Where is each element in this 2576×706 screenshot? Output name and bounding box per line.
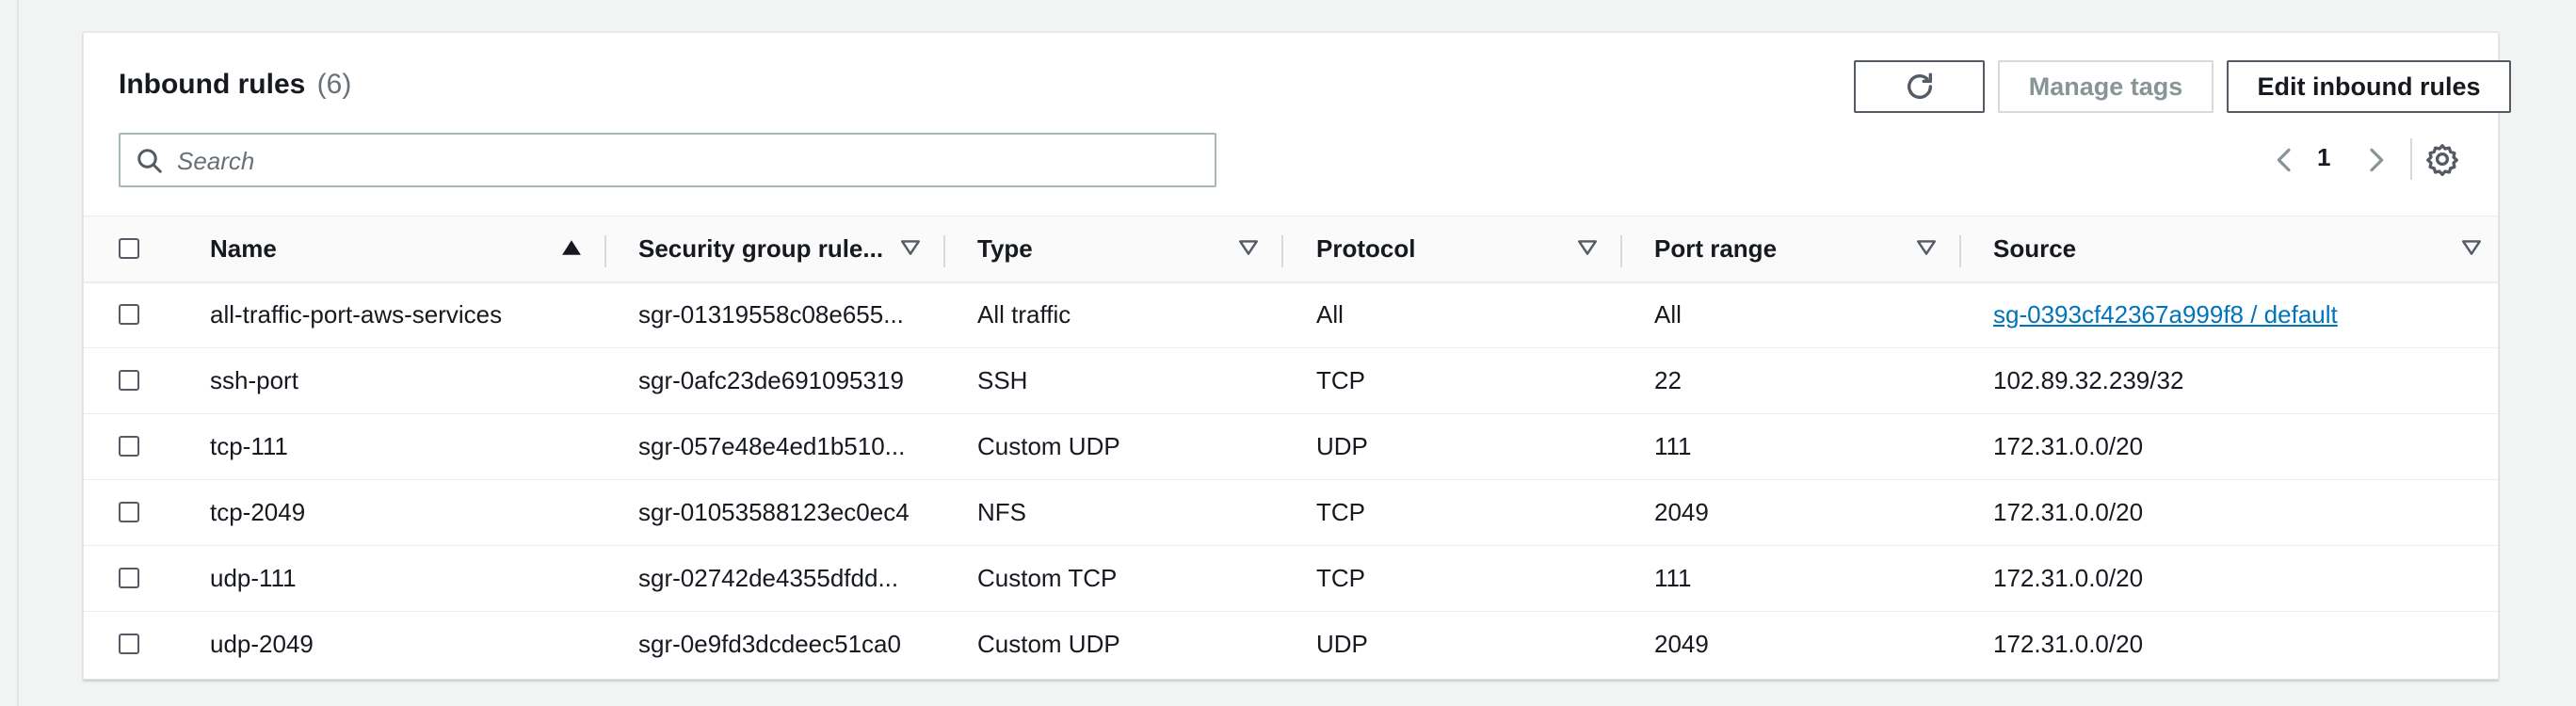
table-row[interactable]: tcp-111 sgr-057e48e4ed1b510... Custom UD… <box>84 413 2498 480</box>
column-divider[interactable] <box>943 235 945 267</box>
cell-name: udp-2049 <box>210 629 314 658</box>
cell-protocol: All <box>1316 299 1344 329</box>
row-checkbox[interactable] <box>119 304 139 325</box>
cell-name: all-traffic-port-aws-services <box>210 299 503 329</box>
cell-rule-id: sgr-01053588123ec0ec4 <box>638 497 910 526</box>
page-number[interactable]: 1 <box>2317 143 2330 172</box>
cell-type: Custom UDP <box>977 629 1120 658</box>
cell-type: All traffic <box>977 299 1071 329</box>
sort-caret-icon[interactable] <box>1238 238 1259 257</box>
column-header-port-range[interactable]: Port range <box>1654 217 1777 281</box>
panel-title: Inbound rules (6) <box>119 69 351 101</box>
cell-name: ssh-port <box>210 365 298 394</box>
column-divider[interactable] <box>1959 235 1961 267</box>
sort-ascending-icon[interactable] <box>561 238 582 257</box>
cell-protocol: TCP <box>1316 365 1365 394</box>
pagination-divider <box>2410 138 2412 180</box>
cell-protocol: UDP <box>1316 431 1368 460</box>
cell-name: tcp-2049 <box>210 497 306 526</box>
chevron-left-icon[interactable] <box>2270 144 2300 176</box>
cell-type: SSH <box>977 365 1028 394</box>
cell-type: NFS <box>977 497 1026 526</box>
inbound-rules-panel: Inbound rules (6) Manage tags Edit inbou… <box>83 32 2511 680</box>
cell-source: 172.31.0.0/20 <box>1993 629 2144 658</box>
search-icon <box>137 149 162 173</box>
cell-port-range: 111 <box>1654 563 1692 592</box>
search-box <box>119 133 1216 187</box>
column-divider[interactable] <box>1281 235 1283 267</box>
edit-inbound-rules-label: Edit inbound rules <box>2257 72 2481 101</box>
column-header-name[interactable]: Name <box>210 217 277 281</box>
cell-type: Custom UDP <box>977 431 1120 460</box>
cell-rule-id: sgr-01319558c08e655... <box>638 299 904 329</box>
left-rail <box>0 0 19 706</box>
cell-protocol: TCP <box>1316 563 1365 592</box>
cell-port-range: 22 <box>1654 365 1682 394</box>
rules-count: (6) <box>316 69 352 100</box>
column-divider[interactable] <box>1620 235 1622 267</box>
refresh-icon <box>1907 72 1932 99</box>
column-divider[interactable] <box>604 235 606 267</box>
column-header-rule-id[interactable]: Security group rule... <box>638 217 883 281</box>
select-all-checkbox[interactable] <box>119 238 139 259</box>
panel-title-text: Inbound rules <box>119 69 306 100</box>
table-row[interactable]: all-traffic-port-aws-services sgr-013195… <box>84 281 2498 348</box>
cell-port-range: 2049 <box>1654 629 1709 658</box>
cell-port-range: 111 <box>1654 431 1692 460</box>
manage-tags-label: Manage tags <box>2028 72 2183 101</box>
chevron-right-icon[interactable] <box>2360 144 2391 176</box>
table-row[interactable]: udp-2049 sgr-0e9fd3dcdeec51ca0 Custom UD… <box>84 611 2498 677</box>
cell-type: Custom TCP <box>977 563 1118 592</box>
edit-inbound-rules-button[interactable]: Edit inbound rules <box>2227 60 2511 113</box>
cell-source: 172.31.0.0/20 <box>1993 431 2144 460</box>
cell-rule-id: sgr-057e48e4ed1b510... <box>638 431 906 460</box>
sort-caret-icon[interactable] <box>1577 238 1598 257</box>
manage-tags-button[interactable]: Manage tags <box>1998 60 2214 113</box>
table-row[interactable]: ssh-port sgr-0afc23de691095319 SSH TCP 2… <box>84 347 2498 414</box>
cell-source: 172.31.0.0/20 <box>1993 563 2144 592</box>
cell-source: 102.89.32.239/32 <box>1993 365 2184 394</box>
column-header-source[interactable]: Source <box>1993 217 2076 281</box>
sort-caret-icon[interactable] <box>1916 238 1937 257</box>
table-row[interactable]: tcp-2049 sgr-01053588123ec0ec4 NFS TCP 2… <box>84 479 2498 546</box>
search-input[interactable] <box>175 142 1205 180</box>
cell-name: tcp-111 <box>210 431 288 460</box>
cell-name: udp-111 <box>210 563 297 592</box>
cell-source: 172.31.0.0/20 <box>1993 497 2144 526</box>
row-checkbox[interactable] <box>119 634 139 654</box>
row-checkbox[interactable] <box>119 370 139 391</box>
cell-rule-id: sgr-0e9fd3dcdeec51ca0 <box>638 629 901 658</box>
row-checkbox[interactable] <box>119 502 139 522</box>
gear-icon[interactable] <box>2425 142 2459 176</box>
cell-rule-id: sgr-02742de4355dfdd... <box>638 563 899 592</box>
cell-port-range: All <box>1654 299 1682 329</box>
cell-rule-id: sgr-0afc23de691095319 <box>638 365 904 394</box>
refresh-button[interactable] <box>1854 60 1985 113</box>
column-header-type[interactable]: Type <box>977 217 1033 281</box>
cell-source-link[interactable]: sg-0393cf42367a999f8 / default <box>1993 281 2338 347</box>
sort-caret-icon[interactable] <box>900 238 921 257</box>
cell-port-range: 2049 <box>1654 497 1709 526</box>
row-checkbox[interactable] <box>119 436 139 457</box>
cell-protocol: UDP <box>1316 629 1368 658</box>
table-header: Name Security group rule... Type Protoco… <box>84 216 2498 283</box>
cell-protocol: TCP <box>1316 497 1365 526</box>
column-header-protocol[interactable]: Protocol <box>1316 217 1415 281</box>
row-checkbox[interactable] <box>119 568 139 588</box>
table-row[interactable]: udp-111 sgr-02742de4355dfdd... Custom TC… <box>84 545 2498 612</box>
sort-caret-icon[interactable] <box>2461 238 2482 257</box>
